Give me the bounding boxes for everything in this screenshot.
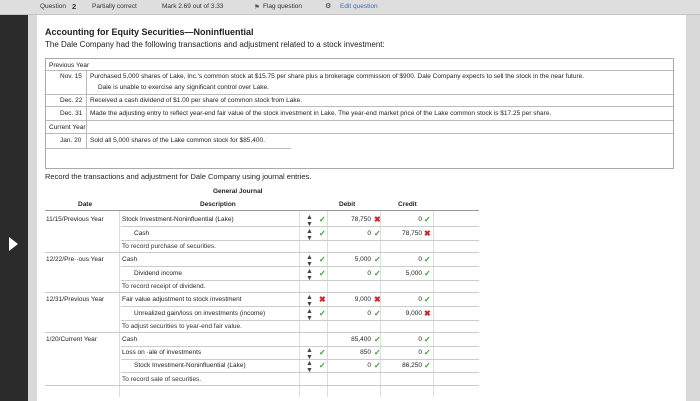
current-year-label: Current Year [49, 124, 86, 131]
account-select[interactable]: Loss on ·ale of investments [122, 349, 201, 356]
question-status: Partially correct [92, 3, 137, 10]
entry-date: 12/22/Pre··ous Year [46, 256, 104, 263]
credit-input[interactable]: 0 [385, 216, 422, 223]
check-icon: ✓ [319, 215, 326, 224]
facts-table: Previous Year Nov. 15 Purchased 5,000 sh… [45, 58, 674, 169]
fact-text: Received a cash dividend of $1.00 per sh… [90, 97, 303, 104]
question-mark: Mark 2.69 out of 3.33 [162, 3, 224, 10]
account-select[interactable]: Stock Investment-Noninfluential (Lake) [134, 362, 246, 369]
fact-text-continued: Dale is unable to exercise any significa… [98, 84, 269, 91]
page-title: Accounting for Equity Securities—Noninfl… [45, 27, 254, 37]
check-icon: ✓ [319, 361, 326, 370]
intro-text: The Dale Company had the following trans… [45, 40, 385, 49]
check-icon: ✓ [374, 361, 381, 370]
credit-input[interactable]: 78,750 [385, 230, 422, 237]
debit-input[interactable]: 0 [335, 310, 371, 317]
account-select[interactable]: Fair value adjustment to stock investmen… [122, 296, 242, 303]
entry-memo: To adjust securities to year-end fair va… [122, 323, 242, 330]
x-icon: ✖ [319, 295, 326, 304]
check-icon: ✓ [374, 229, 381, 238]
account-select[interactable]: Cash [122, 256, 137, 263]
flag-question-link[interactable]: Flag question [263, 3, 302, 10]
check-icon: ✓ [319, 348, 326, 357]
debit-input[interactable]: 78,750 [335, 216, 371, 223]
check-icon: ✓ [319, 255, 326, 264]
entry-memo: To record receipt of dividend. [122, 283, 206, 290]
check-icon: ✓ [319, 229, 326, 238]
general-journal: General Journal Date Description Debit C… [45, 186, 479, 398]
account-select[interactable]: Dividend income [134, 270, 182, 277]
left-sidebar [0, 15, 28, 401]
instruction-text: Record the transactions and adjustment f… [45, 172, 312, 181]
check-icon: ✓ [319, 269, 326, 278]
description-column-header: Description [200, 201, 236, 208]
check-icon: ✓ [374, 309, 381, 318]
credit-input[interactable]: 0 [385, 296, 422, 303]
question-status-bar: Question 2 Partially correct Mark 2.69 o… [0, 0, 700, 15]
flag-icon[interactable]: ⚑ [254, 3, 260, 11]
account-select[interactable]: Cash [122, 336, 137, 343]
question-content: Accounting for Equity Securities—Noninfl… [37, 15, 686, 401]
check-icon: ✓ [424, 255, 431, 264]
debit-column-header: Debit [339, 201, 356, 208]
fact-date: Dec. 31 [60, 110, 83, 117]
check-icon: ✓ [424, 348, 431, 357]
debit-input[interactable]: 9,000 [335, 296, 371, 303]
account-select[interactable]: Cash [134, 230, 149, 237]
gear-icon[interactable]: ⚙ [325, 2, 331, 10]
journal-title: General Journal [213, 188, 263, 195]
entry-memo: To record sale of securities. [122, 376, 202, 383]
debit-input[interactable]: 85,400 [335, 336, 371, 343]
x-icon: ✖ [424, 309, 431, 318]
x-icon: ✖ [424, 229, 431, 238]
fact-text: Sold all 5,000 shares of the Lake common… [90, 137, 265, 144]
check-icon: ✓ [424, 335, 431, 344]
account-select[interactable]: Unrealized gain/loss on investments (inc… [134, 310, 265, 317]
fact-date: Dec. 22 [60, 97, 83, 104]
entry-memo: To record purchase of securities. [122, 243, 216, 250]
play-arrow-icon [9, 237, 18, 251]
check-icon: ✓ [374, 255, 381, 264]
x-icon: ✖ [374, 215, 381, 224]
credit-input[interactable]: 86,250 [385, 362, 422, 369]
edit-question-link[interactable]: Edit question [340, 3, 378, 10]
previous-year-label: Previous Year [49, 62, 90, 69]
check-icon: ✓ [374, 269, 381, 278]
check-icon: ✓ [374, 348, 381, 357]
question-label: Question [40, 3, 67, 10]
account-select[interactable]: Stock Investment-Noninfluential (Lake) [122, 216, 234, 223]
entry-date: 12/31/Previous Year [46, 296, 105, 303]
fact-date: Nov. 15 [60, 73, 82, 80]
check-icon: ✓ [374, 335, 381, 344]
credit-input[interactable]: 9,000 [385, 310, 422, 317]
fact-date: Jan. 20 [60, 137, 82, 144]
debit-input[interactable]: 0 [335, 270, 371, 277]
debit-input[interactable]: 5,000 [335, 256, 371, 263]
debit-input[interactable]: 0 [335, 230, 371, 237]
x-icon: ✖ [374, 295, 381, 304]
check-icon: ✓ [424, 269, 431, 278]
credit-input[interactable]: 0 [385, 349, 422, 356]
debit-input[interactable]: 850 [335, 349, 371, 356]
debit-input[interactable]: 0 [335, 362, 371, 369]
check-icon: ✓ [424, 361, 431, 370]
check-icon: ✓ [424, 215, 431, 224]
date-column-header: Date [78, 201, 93, 208]
credit-column-header: Credit [398, 201, 417, 208]
fact-text: Made the adjusting entry to reflect year… [90, 110, 552, 117]
question-number: 2 [72, 2, 77, 11]
check-icon: ✓ [319, 309, 326, 318]
check-icon: ✓ [424, 295, 431, 304]
entry-date: 1/20/Current Year [46, 336, 97, 343]
entry-date: 11/15/Previous Year [46, 216, 104, 223]
credit-input[interactable]: 5,000 [385, 270, 422, 277]
credit-input[interactable]: 0 [385, 336, 422, 343]
fact-text: Purchased 5,000 shares of Lake, Inc.'s c… [90, 73, 585, 80]
credit-input[interactable]: 0 [385, 256, 422, 263]
